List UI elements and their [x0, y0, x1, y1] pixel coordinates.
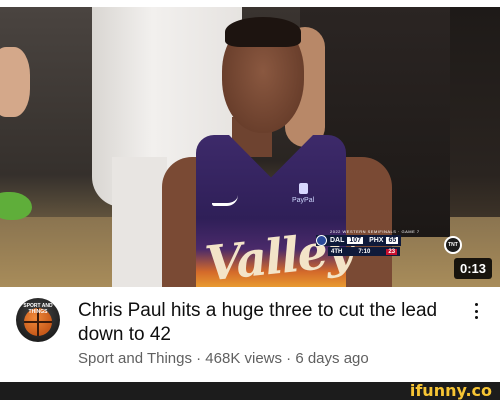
home-score: 65: [386, 237, 399, 244]
dot: [474, 316, 478, 319]
quarter: 4TH: [331, 248, 343, 255]
video-meta: Sport and Things · 468K views · 6 days a…: [78, 350, 369, 367]
game-clock: 7:10: [358, 248, 371, 255]
network-label: TNT: [448, 242, 458, 248]
watermark-bar: ifunny.co: [0, 381, 500, 400]
home-team: PHX: [369, 237, 384, 244]
scoreboard-header: 2022 WESTERN SEMIFINALS · GAME 7: [330, 229, 420, 234]
video-title[interactable]: Chris Paul hits a huge three to cut the …: [78, 299, 448, 347]
ifunny-watermark: ifunny.co: [409, 381, 492, 400]
avatar-caption: SPORT AND THINGS: [23, 303, 53, 315]
nba-logo-icon: [316, 235, 327, 246]
dot: [474, 303, 478, 306]
channel-avatar[interactable]: SPORT AND THINGS: [16, 298, 60, 342]
more-vert-icon[interactable]: [470, 300, 482, 322]
scoreboard-scores: DAL 107 PHX 65: [316, 235, 402, 246]
opponent-leg: [112, 157, 167, 287]
bystander-hand: [0, 47, 30, 117]
scoreboard-overlay: 2022 WESTERN SEMIFINALS · GAME 7 DAL 107…: [316, 229, 466, 259]
shot-clock: 23: [386, 248, 398, 255]
player-hair: [225, 17, 301, 47]
paypal-logo-icon: [299, 183, 308, 194]
jersey-sponsor: PayPal: [292, 197, 315, 204]
tnt-logo-icon: TNT: [444, 236, 462, 254]
away-score: 107: [347, 237, 364, 244]
video-duration-badge: 0:13: [453, 258, 492, 279]
dot: [474, 309, 478, 313]
video-thumbnail[interactable]: PayPal Valley 2022 WESTERN SEMIFINALS · …: [0, 7, 500, 287]
scoreboard-clock-row: 4TH 7:10 23: [328, 247, 401, 256]
away-team: DAL: [330, 237, 345, 244]
